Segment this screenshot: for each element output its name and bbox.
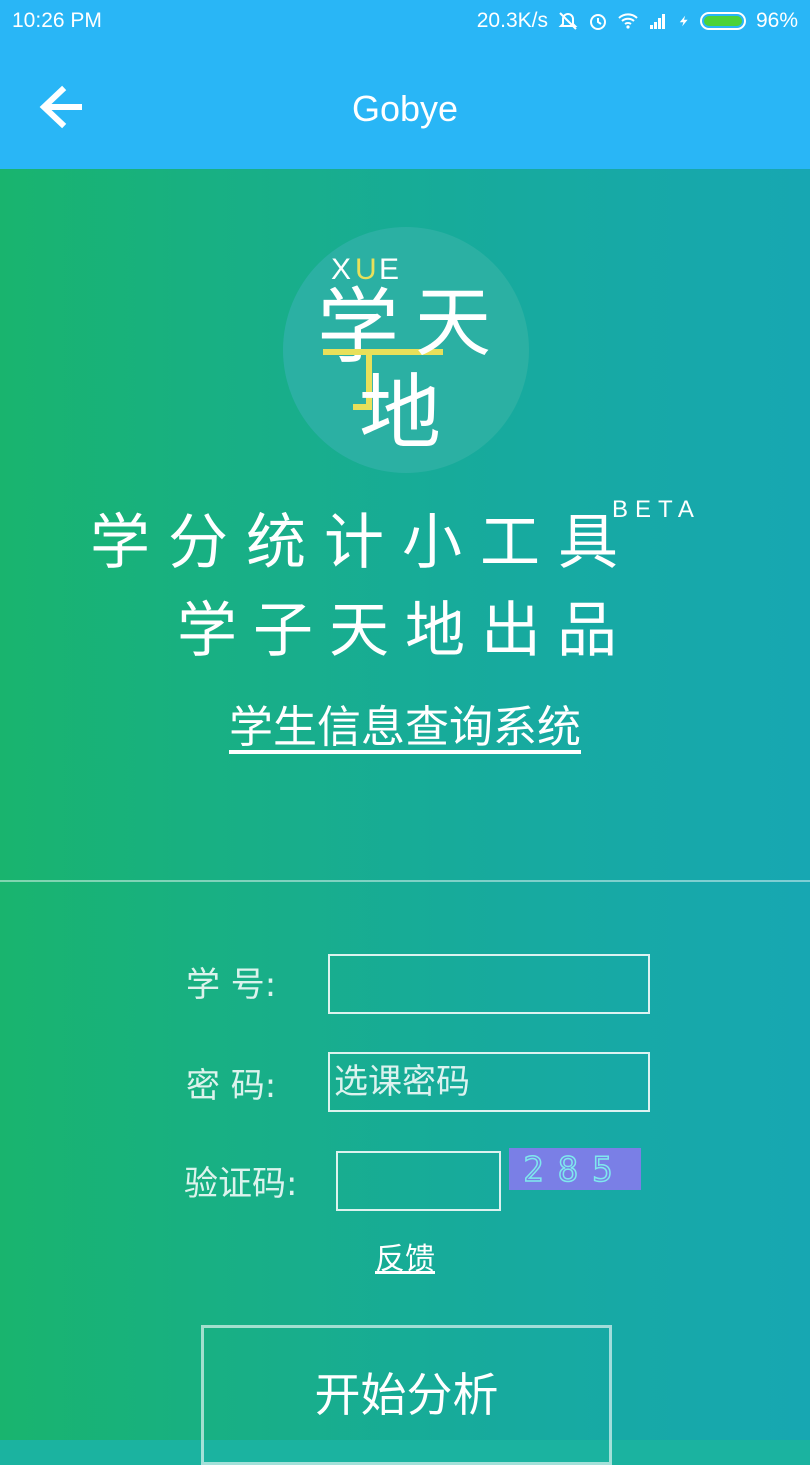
status-time: 10:26 PM [12, 9, 102, 32]
password-input[interactable] [328, 1052, 650, 1112]
student-id-label: 学 号: [186, 965, 277, 1005]
mute-icon [558, 12, 578, 30]
logo-image: X U E 学 天 地 [317, 253, 491, 461]
feedback-link[interactable]: 反馈 [0, 1234, 810, 1278]
app-bar: Gobye [0, 44, 810, 169]
beta-badge: BETA [612, 496, 701, 523]
network-speed: 20.3K/s [476, 9, 548, 32]
student-id-input[interactable] [328, 954, 650, 1014]
student-info-system-link[interactable]: 学生信息查询系统 [0, 691, 810, 755]
captcha-image[interactable]: 285 [509, 1148, 641, 1191]
charging-icon [679, 15, 688, 27]
battery-level: 96% [755, 9, 798, 32]
captcha-text: 285 [523, 1150, 626, 1190]
divider [0, 880, 810, 882]
alarm-icon [589, 14, 606, 30]
status-icons: 20.3K/s 96% [477, 9, 798, 33]
svg-text:地: 地 [359, 366, 441, 461]
battery-icon [699, 12, 746, 30]
main-content: X U E 学 天 地 学分统计小工具 BETA 学子天地出品 学生信息查询系统… [0, 169, 810, 1465]
app-name: 学分统计小工具 [90, 508, 636, 578]
password-label: 密 码: [186, 1066, 277, 1106]
publisher-line: 学子天地出品 [177, 596, 633, 666]
status-bar: 10:26 PM 20.3K/s 96% [0, 0, 810, 44]
start-analysis-button[interactable]: 开始分析 [201, 1325, 612, 1465]
wifi-icon [618, 13, 638, 29]
captcha-label: 验证码: [184, 1164, 298, 1204]
svg-text:学: 学 [317, 280, 399, 375]
xue-tian-di-logo: X U E 学 天 地 [283, 227, 529, 473]
signal-icon [649, 14, 665, 29]
captcha-input[interactable] [336, 1151, 501, 1211]
captcha-graphic: 285 [509, 1148, 641, 1191]
app-title: Gobye [351, 88, 459, 129]
svg-text:天: 天 [415, 278, 491, 367]
